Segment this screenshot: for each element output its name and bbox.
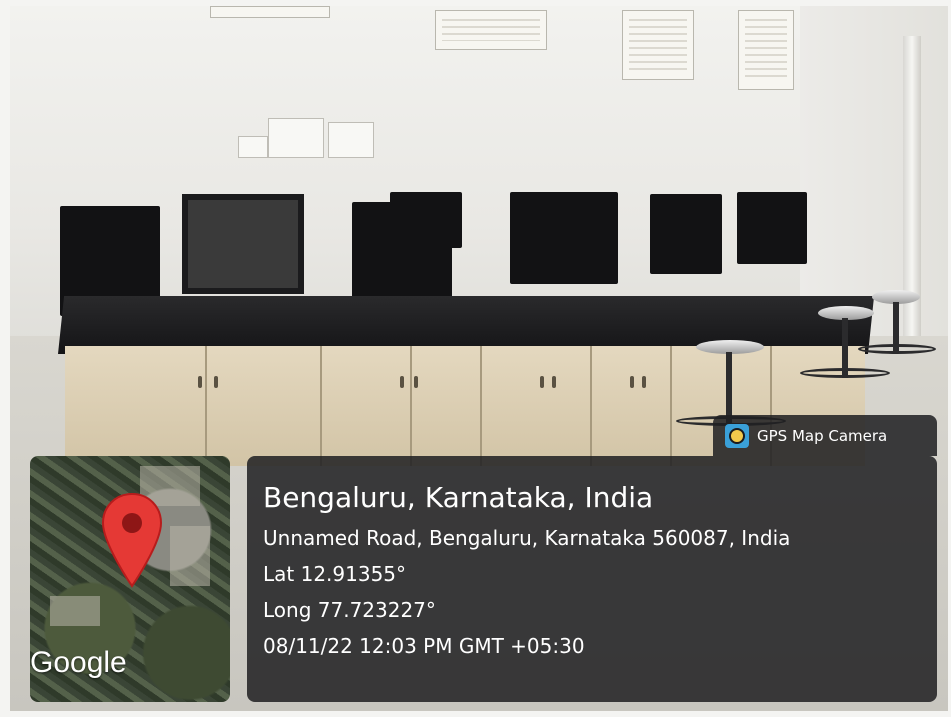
wall-poster — [435, 10, 547, 50]
cabinet-divider — [590, 346, 592, 466]
cabinet-handle — [198, 376, 202, 388]
cabinet-divider — [410, 346, 412, 466]
latitude-text: Lat 12.91355° — [263, 562, 407, 586]
google-logo: Google — [30, 646, 127, 679]
longitude-text: Long 77.723227° — [263, 598, 436, 622]
desktop-monitor — [390, 192, 462, 248]
cabinet-divider — [670, 346, 672, 466]
badge-label: GPS Map Camera — [757, 426, 888, 445]
location-address: Unnamed Road, Bengaluru, Karnataka 56008… — [263, 526, 791, 550]
datetime-text: 08/11/22 12:03 PM GMT +05:30 — [263, 634, 585, 658]
cabinet-handle — [642, 376, 646, 388]
desktop-monitor — [650, 194, 722, 274]
gps-map-camera-app-icon — [725, 423, 749, 448]
map-pin-icon — [101, 492, 163, 588]
cabinet-handle — [540, 376, 544, 388]
lab-stool-base — [800, 368, 890, 378]
crt-monitor — [182, 194, 304, 294]
wall-poster — [210, 6, 330, 18]
desktop-monitor — [510, 192, 618, 284]
lab-stool-base — [858, 344, 936, 354]
cabinet-divider — [480, 346, 482, 466]
cabinet-divider — [205, 346, 207, 466]
cabinet-handle — [214, 376, 218, 388]
map-thumbnail: Google — [30, 456, 230, 702]
cabinet-handle — [630, 376, 634, 388]
cabinet-handle — [400, 376, 404, 388]
map-building — [170, 526, 210, 586]
wall-socket — [238, 136, 268, 158]
location-title: Bengaluru, Karnataka, India — [263, 481, 654, 514]
wall-socket — [328, 122, 374, 158]
cabinet-divider — [320, 346, 322, 466]
gps-map-camera-badge: GPS Map Camera — [713, 415, 937, 456]
wall-socket — [268, 118, 324, 158]
wall-poster — [622, 10, 694, 80]
map-building — [50, 596, 100, 626]
location-info-panel: Bengaluru, Karnataka, India Unnamed Road… — [247, 456, 937, 702]
cabinet-handle — [552, 376, 556, 388]
wall-poster — [738, 10, 794, 90]
desktop-monitor — [737, 192, 807, 264]
cabinet-handle — [414, 376, 418, 388]
